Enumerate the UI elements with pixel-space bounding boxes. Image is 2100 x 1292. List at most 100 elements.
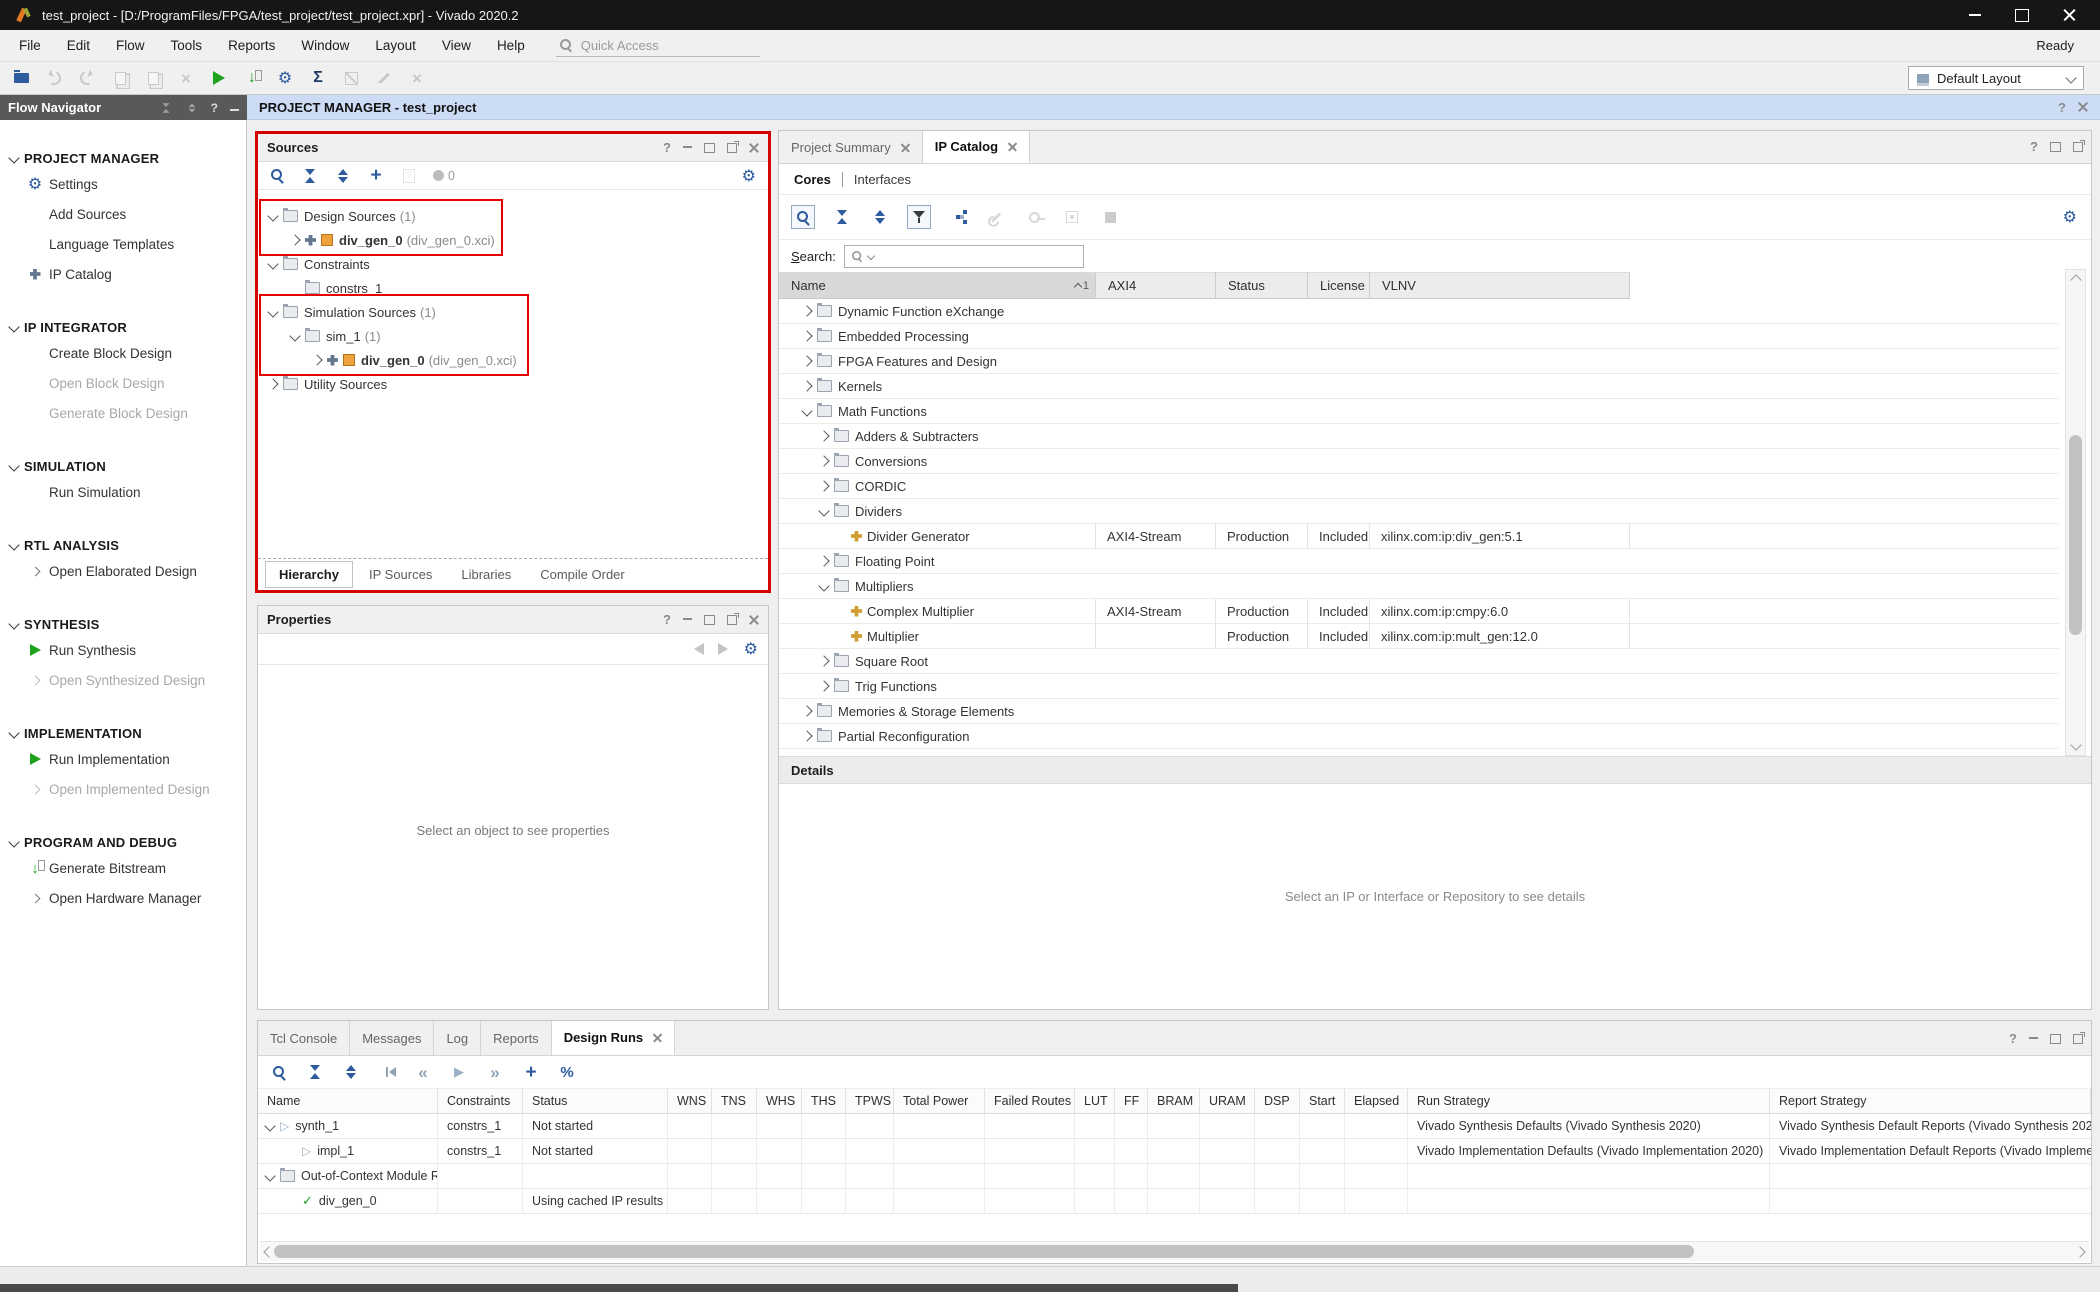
source-tree-item[interactable]: Simulation Sources (1): [258, 300, 768, 324]
column-header-status[interactable]: Status: [1216, 272, 1308, 299]
source-tree-item[interactable]: Utility Sources: [258, 372, 768, 396]
flow-item[interactable]: Generate Bitstream: [0, 853, 246, 883]
flow-item[interactable]: IP Catalog: [0, 259, 246, 289]
design-run-row[interactable]: impl_1 constrs_1 Not started Vivado Impl…: [258, 1139, 2091, 1164]
design-run-row[interactable]: Out-of-Context Module Runs: [258, 1164, 2091, 1189]
flow-section-header[interactable]: IP INTEGRATOR: [0, 316, 246, 338]
ip-search-input[interactable]: [878, 248, 1077, 264]
ip-table-row[interactable]: Math Functions: [779, 399, 2059, 424]
minimize-panel-icon[interactable]: [230, 109, 239, 111]
design-runs-column-header[interactable]: WNS: [668, 1089, 712, 1113]
layout-selector-dropdown[interactable]: Default Layout: [1908, 66, 2084, 90]
flow-item[interactable]: Run Implementation: [0, 744, 246, 774]
toolbar-icon[interactable]: [144, 67, 166, 89]
maximize-icon[interactable]: [704, 615, 715, 625]
ip-table-row[interactable]: CORDIC: [779, 474, 2059, 499]
results-tab[interactable]: Log: [434, 1021, 481, 1055]
expand-chevron-icon[interactable]: [818, 480, 829, 491]
vertical-scrollbar[interactable]: [2065, 269, 2086, 756]
toolbar-icon[interactable]: [408, 67, 430, 89]
design-runs-column-header[interactable]: Constraints: [438, 1089, 523, 1113]
expand-chevron-icon[interactable]: [818, 680, 829, 691]
design-runs-column-header[interactable]: TNS: [712, 1089, 757, 1113]
ip-table-row[interactable]: Divider Generator AXI4-Stream Production…: [779, 524, 2059, 549]
expand-chevron-icon[interactable]: [818, 555, 829, 566]
close-tab-icon[interactable]: [901, 143, 910, 152]
design-run-row[interactable]: div_gen_0 Using cached IP results: [258, 1189, 2091, 1214]
sources-view-tab[interactable]: Hierarchy: [265, 561, 353, 588]
help-icon[interactable]: ?: [2030, 139, 2038, 154]
expand-chevron-icon[interactable]: [818, 505, 829, 516]
flow-item[interactable]: Open Block Design: [0, 368, 246, 398]
help-icon[interactable]: ?: [2009, 1031, 2017, 1046]
scrollbar-thumb[interactable]: [2069, 435, 2082, 635]
expand-chevron-icon[interactable]: [801, 730, 812, 741]
sources-view-tab[interactable]: Compile Order: [527, 562, 638, 587]
menu-item[interactable]: Tools: [158, 34, 216, 57]
ip-catalog-subtab[interactable]: Cores: [783, 172, 842, 187]
ip-table-row[interactable]: Floating Point: [779, 549, 2059, 574]
flow-section-header[interactable]: SYNTHESIS: [0, 613, 246, 635]
flow-item[interactable]: Run Simulation: [0, 477, 246, 507]
ip-table-row[interactable]: FPGA Features and Design: [779, 349, 2059, 374]
scroll-down-icon[interactable]: [2070, 739, 2081, 750]
design-runs-column-header[interactable]: Total Power: [894, 1089, 985, 1113]
menu-item[interactable]: Edit: [54, 34, 103, 57]
expand-all-icon[interactable]: [185, 101, 199, 115]
ip-table-row[interactable]: Trig Functions: [779, 674, 2059, 699]
design-runs-column-header[interactable]: Status: [523, 1089, 668, 1113]
ip-catalog-toolbar-icon[interactable]: [947, 206, 969, 228]
close-tab-icon[interactable]: [653, 1033, 662, 1042]
menu-item[interactable]: Layout: [362, 34, 429, 57]
design-runs-toolbar-icon[interactable]: [520, 1061, 542, 1083]
maximize-icon[interactable]: [2050, 1034, 2061, 1044]
float-icon[interactable]: [727, 143, 737, 153]
help-icon[interactable]: ?: [663, 612, 671, 627]
design-runs-column-header[interactable]: TPWS: [846, 1089, 894, 1113]
design-runs-column-header[interactable]: DSP: [1255, 1089, 1300, 1113]
expand-chevron-icon[interactable]: [289, 330, 300, 341]
expand-chevron-icon[interactable]: [264, 1170, 275, 1181]
design-runs-column-header[interactable]: Name: [258, 1089, 438, 1113]
ip-table-row[interactable]: Memories & Storage Elements: [779, 699, 2059, 724]
ip-search-box[interactable]: [844, 245, 1084, 268]
sources-view-tab[interactable]: IP Sources: [356, 562, 445, 587]
flow-item[interactable]: Open Implemented Design: [0, 774, 246, 804]
expand-chevron-icon[interactable]: [264, 1120, 275, 1131]
flow-item[interactable]: Add Sources: [0, 199, 246, 229]
scroll-right-icon[interactable]: [2074, 1246, 2085, 1257]
toolbar-icon[interactable]: [210, 67, 232, 89]
expand-chevron-icon[interactable]: [801, 405, 812, 416]
ip-catalog-toolbar-icon[interactable]: [907, 205, 931, 229]
design-runs-column-header[interactable]: Run Strategy: [1408, 1089, 1770, 1113]
toolbar-icon[interactable]: [12, 67, 34, 89]
design-runs-column-header[interactable]: BRAM: [1148, 1089, 1200, 1113]
design-runs-column-header[interactable]: LUT: [1075, 1089, 1115, 1113]
toolbar-icon[interactable]: [342, 67, 364, 89]
sources-toolbar-icon[interactable]: [336, 167, 354, 185]
ip-catalog-toolbar-icon[interactable]: [1023, 206, 1045, 228]
toolbar-icon[interactable]: [177, 67, 199, 89]
close-tab-icon[interactable]: [1008, 142, 1017, 151]
design-runs-toolbar-icon[interactable]: [376, 1061, 398, 1083]
sources-toolbar-icon[interactable]: [303, 167, 321, 185]
minimize-icon[interactable]: [2029, 1037, 2038, 1039]
flow-item[interactable]: Open Hardware Manager: [0, 883, 246, 913]
design-runs-toolbar-icon[interactable]: [556, 1061, 578, 1083]
results-tab[interactable]: Tcl Console: [258, 1021, 350, 1055]
flow-section-header[interactable]: IMPLEMENTATION: [0, 722, 246, 744]
ip-table-row[interactable]: Adders & Subtracters: [779, 424, 2059, 449]
column-header-name[interactable]: Name 1: [779, 272, 1096, 299]
source-tree-item[interactable]: sim_1 (1): [258, 324, 768, 348]
back-arrow-icon[interactable]: [694, 643, 704, 655]
minimize-icon[interactable]: [683, 146, 692, 148]
expand-chevron-icon[interactable]: [801, 380, 812, 391]
ip-table-row[interactable]: Embedded Processing: [779, 324, 2059, 349]
menu-item[interactable]: View: [429, 34, 484, 57]
ip-table-row[interactable]: Square Root: [779, 649, 2059, 674]
design-runs-toolbar-icon[interactable]: [412, 1061, 434, 1083]
design-runs-column-header[interactable]: Failed Routes: [985, 1089, 1075, 1113]
flow-section-header[interactable]: SIMULATION: [0, 455, 246, 477]
ip-table-row[interactable]: Dynamic Function eXchange: [779, 299, 2059, 324]
toolbar-icon[interactable]: [111, 67, 133, 89]
